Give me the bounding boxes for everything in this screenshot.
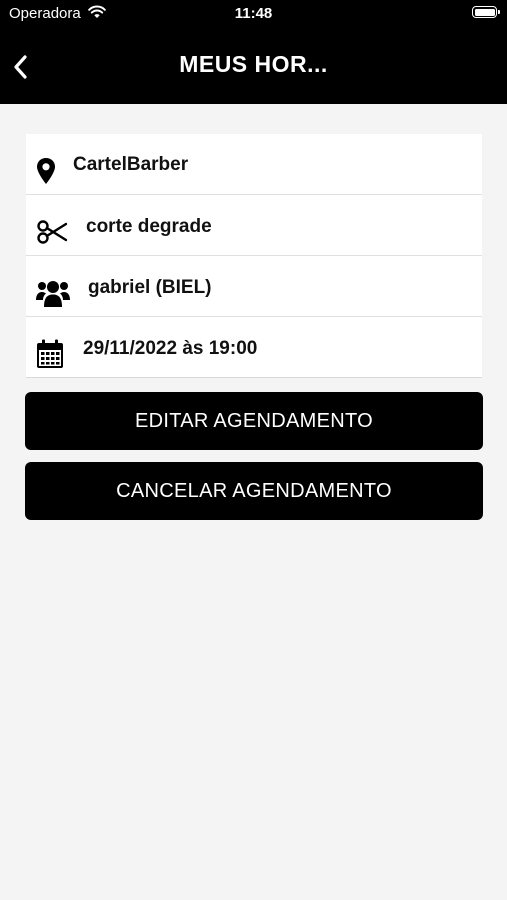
page-title: MEUS HOR... xyxy=(179,51,328,77)
header-bar: Operadora 11:48 MEUS HOR... xyxy=(0,0,507,104)
location-text: CartelBarber xyxy=(73,154,189,175)
calendar-icon xyxy=(36,339,64,369)
clock: 11:48 xyxy=(234,5,273,22)
battery-icon xyxy=(472,6,500,18)
scissors-icon xyxy=(36,219,68,245)
datetime-text: 29/11/2022 às 19:00 xyxy=(83,338,258,359)
cancel-appointment-button[interactable]: CANCELAR AGENDAMENTO xyxy=(25,462,483,520)
edit-appointment-button[interactable]: EDITAR AGENDAMENTO xyxy=(25,392,483,450)
detail-row-professional: gabriel (BIEL) xyxy=(26,256,482,317)
map-pin-icon xyxy=(36,157,56,185)
appointment-details-card: CartelBarber corte degrade gabriel (BIEL xyxy=(26,134,482,378)
detail-row-service: corte degrade xyxy=(26,195,482,256)
service-text: corte degrade xyxy=(86,216,212,237)
status-bar: Operadora 11:48 xyxy=(0,0,507,28)
users-icon xyxy=(36,278,70,308)
detail-row-datetime: 29/11/2022 às 19:00 xyxy=(26,317,482,378)
professional-text: gabriel (BIEL) xyxy=(88,277,212,298)
detail-row-location: CartelBarber xyxy=(26,134,482,195)
